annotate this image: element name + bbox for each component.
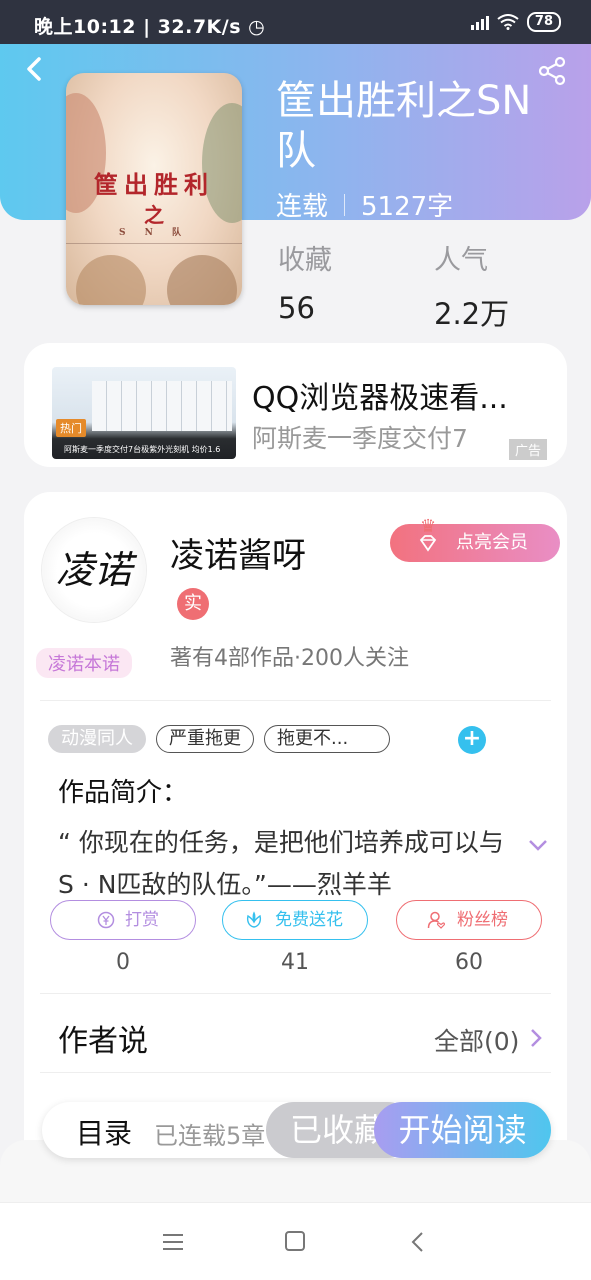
book-cover[interactable]: 筐出胜利 之 S N 队: [66, 73, 242, 305]
verified-badge: 实: [177, 588, 209, 620]
flower-count: 41: [281, 950, 309, 975]
system-nav-bar: [0, 1202, 591, 1280]
stat-popularity: 人气 2.2万: [434, 245, 510, 331]
signal-icon: [470, 14, 489, 30]
author-works-info: 著有4部作品·200人关注: [170, 646, 409, 671]
nav-back-icon[interactable]: [410, 1231, 424, 1253]
home-icon[interactable]: [285, 1231, 305, 1251]
book-title: 筐出胜利之SN队: [276, 78, 532, 174]
tag-item[interactable]: 动漫同人: [48, 725, 146, 753]
cover-title-2: 之: [144, 203, 164, 227]
battery-icon: 78: [526, 12, 561, 32]
stat-collect: 收藏 56: [278, 245, 332, 325]
ad-thumbnail: 热门 阿斯麦一季度交付7台极紫外光刻机 均价1.6: [52, 367, 236, 459]
ad-subtitle: 阿斯麦一季度交付7: [252, 424, 468, 453]
tag-item[interactable]: 严重拖更: [156, 725, 254, 753]
send-flower-button[interactable]: 免费送花: [222, 900, 368, 940]
fan-count: 60: [455, 950, 483, 975]
intro-text: “ 你现在的任务，是把他们培养成可以与S · N匹敌的队伍。”——烈羊羊: [58, 828, 504, 899]
ad-title: QQ浏览器极速看...: [252, 381, 508, 416]
fan-icon: [427, 911, 445, 929]
flower-icon: [246, 911, 262, 928]
author-says-all-link[interactable]: 全部(0): [434, 1022, 519, 1058]
tag-item[interactable]: 拖更不...: [264, 725, 390, 753]
ad-tag: 广告: [508, 439, 547, 460]
avatar[interactable]: 凌诺: [42, 518, 146, 622]
add-tag-button[interactable]: +: [458, 726, 486, 754]
book-words: 5127字: [361, 192, 454, 222]
wifi-icon: [497, 14, 519, 30]
chevron-down-icon[interactable]: [528, 838, 548, 852]
catalog-button[interactable]: 目录: [76, 1112, 132, 1152]
cover-subtitle: S N 队: [119, 228, 189, 238]
tag-list: 动漫同人 严重拖更 拖更不...: [48, 725, 390, 753]
reward-count: 0: [116, 950, 130, 975]
back-icon[interactable]: [20, 54, 50, 84]
fan-ranking-button[interactable]: 粉丝榜: [396, 900, 542, 940]
vip-button[interactable]: ♛ 点亮会员: [390, 516, 560, 562]
diamond-icon: [419, 535, 437, 552]
cover-title: 筐出胜利: [94, 170, 214, 199]
chevron-right-icon[interactable]: [530, 1028, 542, 1048]
book-state: 连载: [276, 192, 329, 222]
start-reading-button[interactable]: 开始阅读: [374, 1102, 551, 1158]
ad-thumbnail-caption: 阿斯麦一季度交付7台极紫外光刻机 均价1.6: [64, 445, 221, 454]
status-bar: 晚上10:12 | 32.7K/s ◷ 78: [0, 0, 591, 44]
book-meta: 连载 5127字: [276, 186, 453, 223]
author-badge: 凌诺本诺: [36, 648, 132, 678]
ad-card[interactable]: 热门 阿斯麦一季度交付7台极紫外光刻机 均价1.6 QQ浏览器极速看... 阿斯…: [24, 343, 567, 467]
chapter-status: 已连载5章: [154, 1122, 266, 1150]
hot-badge: 热门: [56, 419, 86, 437]
intro-heading: 作品简介：: [58, 778, 189, 808]
status-time: 晚上10:12 | 32.7K/s ◷: [34, 16, 266, 38]
author-says-title: 作者说: [58, 1024, 148, 1059]
author-name[interactable]: 凌诺酱呀: [170, 528, 306, 577]
menu-icon[interactable]: [162, 1233, 184, 1251]
reward-button[interactable]: 打赏: [50, 900, 196, 940]
yen-icon: [97, 911, 115, 929]
